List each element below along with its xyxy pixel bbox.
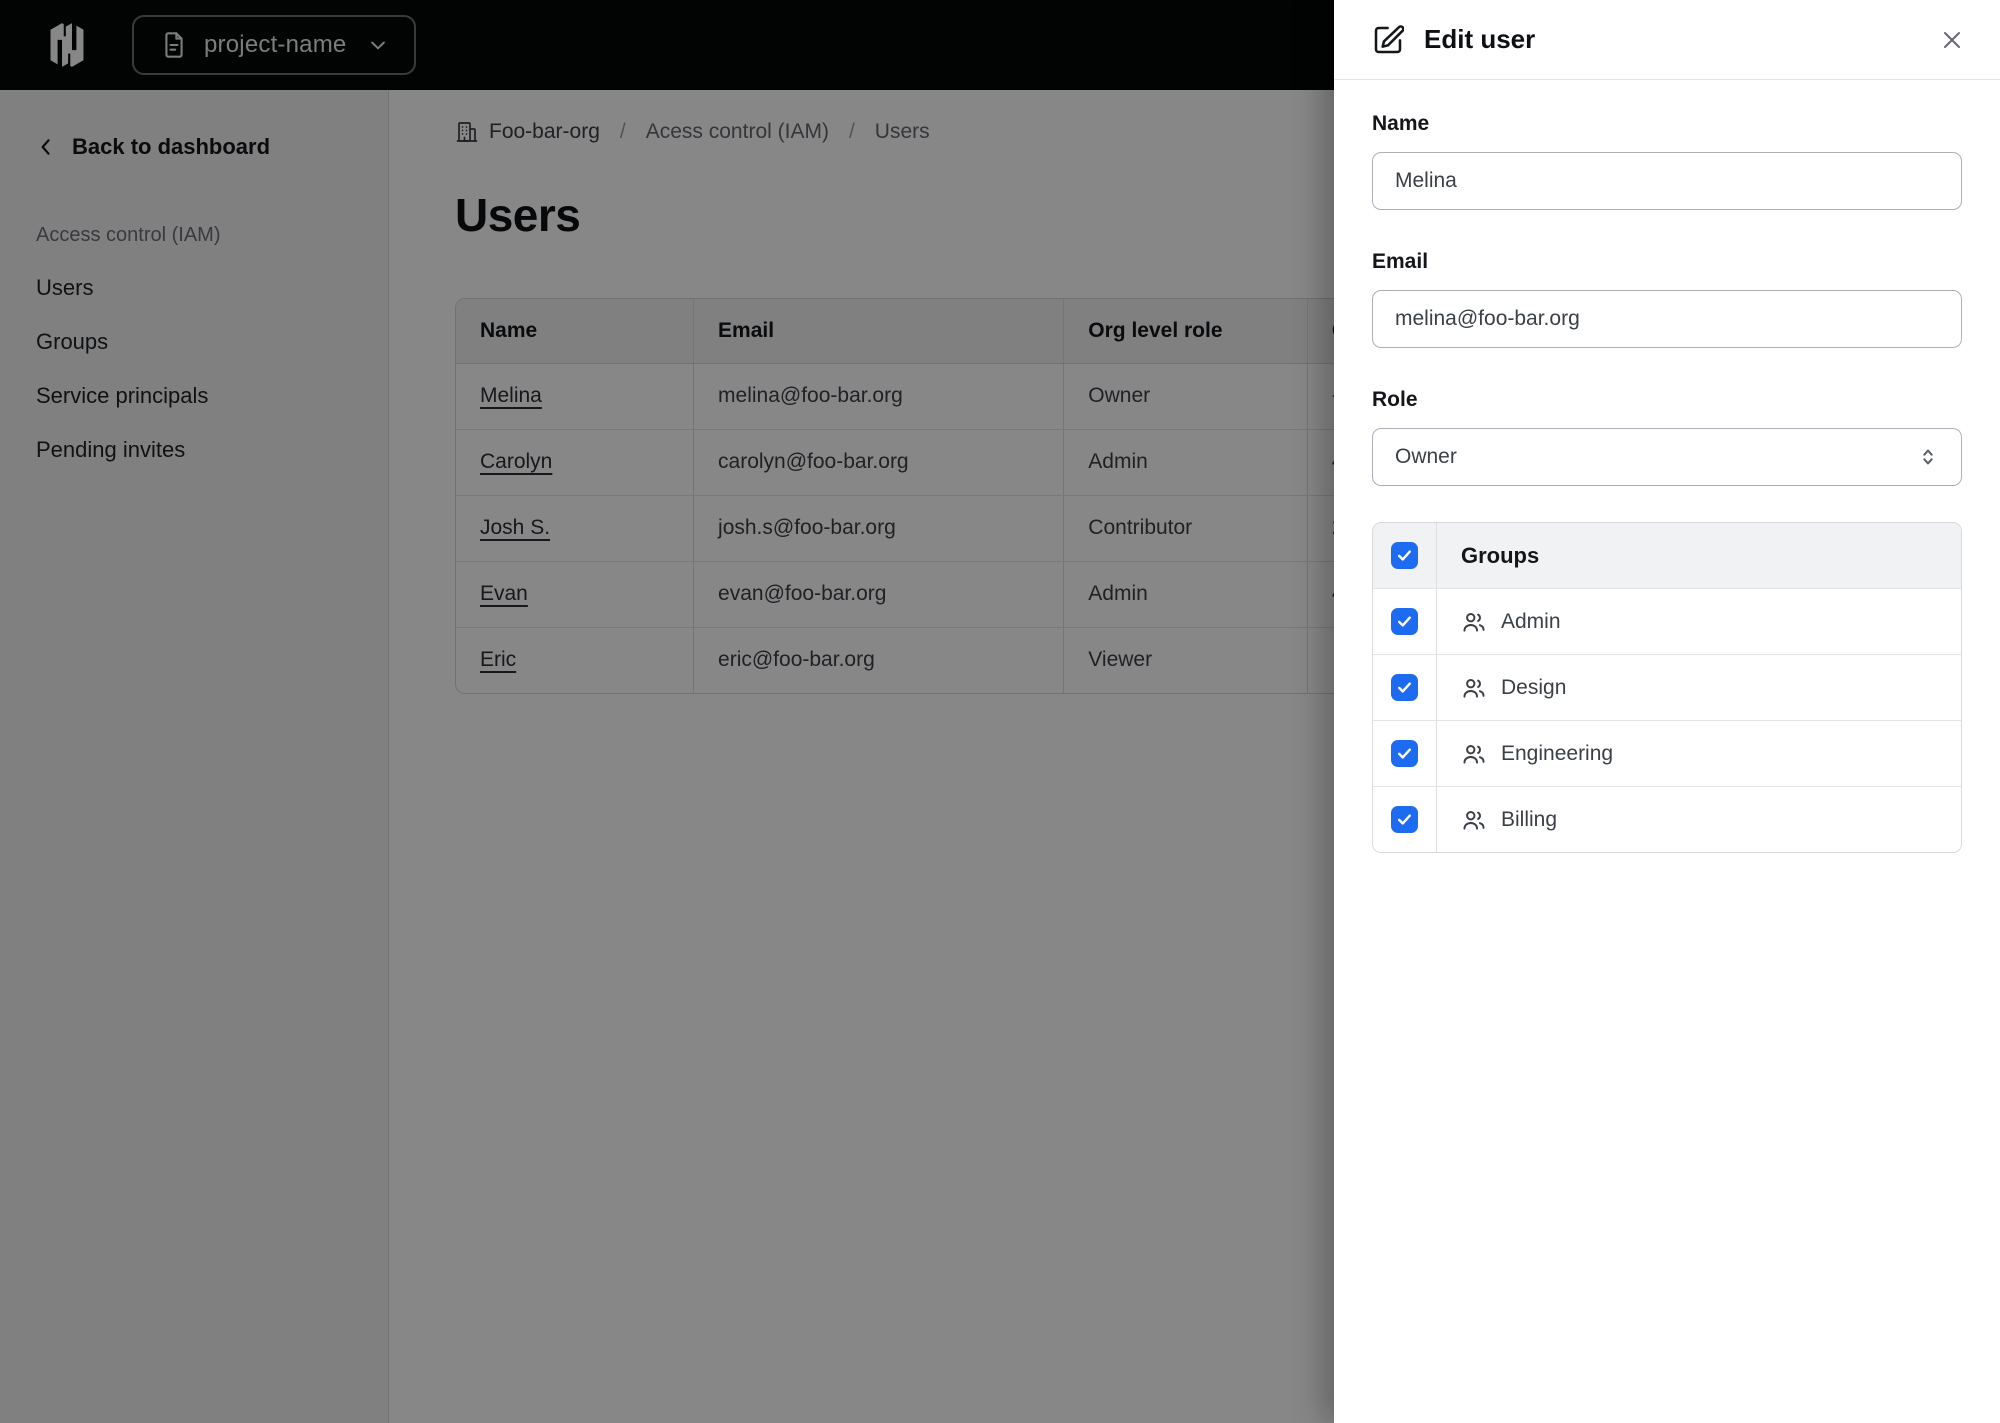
group-checkbox-billing[interactable]	[1391, 806, 1418, 833]
group-label-cell: Design	[1437, 655, 1961, 720]
drawer-title: Edit user	[1424, 24, 1536, 54]
group-row-billing: Billing	[1373, 787, 1961, 852]
checkbox-cell	[1373, 523, 1437, 588]
checkbox-cell	[1373, 589, 1437, 654]
group-label-cell: Groups	[1437, 523, 1961, 588]
edit-user-drawer: Edit user Name Email Role Owner Groups Ad…	[1334, 0, 2000, 1423]
groups-checklist: Groups Admin Design Engineering Billing	[1372, 522, 1962, 853]
users-group-icon	[1463, 744, 1485, 764]
group-checkbox-admin[interactable]	[1391, 608, 1418, 635]
checkmark-icon	[1397, 748, 1412, 759]
role-field-label: Role	[1372, 388, 1418, 411]
checkbox-cell	[1373, 655, 1437, 720]
group-label: Design	[1501, 675, 1567, 699]
checkmark-icon	[1397, 814, 1412, 825]
role-select[interactable]: Owner	[1372, 428, 1962, 486]
checkmark-icon	[1397, 616, 1412, 627]
email-field-label: Email	[1372, 250, 1429, 273]
group-checkbox-engineering[interactable]	[1391, 740, 1418, 767]
group-label-cell: Admin	[1437, 589, 1961, 654]
name-field-label: Name	[1372, 112, 1430, 135]
group-label: Billing	[1501, 807, 1558, 831]
checkmark-icon	[1397, 682, 1412, 693]
group-checkbox-design[interactable]	[1391, 674, 1418, 701]
edit-pencil-icon	[1374, 24, 1404, 53]
users-group-icon	[1463, 612, 1485, 632]
close-button[interactable]	[1934, 22, 1970, 58]
users-group-icon	[1463, 678, 1485, 698]
group-label-cell: Engineering	[1437, 721, 1961, 786]
checkmark-icon	[1397, 550, 1412, 561]
drawer-header: Edit user	[1334, 0, 2000, 80]
group-label-cell: Billing	[1437, 787, 1961, 852]
group-row-engineering: Engineering	[1373, 721, 1961, 787]
role-select-value: Owner	[1395, 445, 1457, 468]
groups-header-row: Groups	[1373, 523, 1961, 589]
email-field[interactable]	[1372, 290, 1962, 348]
checkbox-cell	[1373, 787, 1437, 852]
group-label: Admin	[1501, 609, 1561, 633]
name-field[interactable]	[1372, 152, 1962, 210]
groups-header-label: Groups	[1461, 542, 1540, 568]
checkbox-cell	[1373, 721, 1437, 786]
group-row-admin: Admin	[1373, 589, 1961, 655]
group-label: Engineering	[1501, 741, 1614, 765]
close-icon	[1944, 31, 1960, 48]
select-all-checkbox[interactable]	[1391, 542, 1418, 569]
users-group-icon	[1463, 810, 1485, 830]
unfold-chevrons-icon	[1923, 449, 1933, 465]
group-row-design: Design	[1373, 655, 1961, 721]
